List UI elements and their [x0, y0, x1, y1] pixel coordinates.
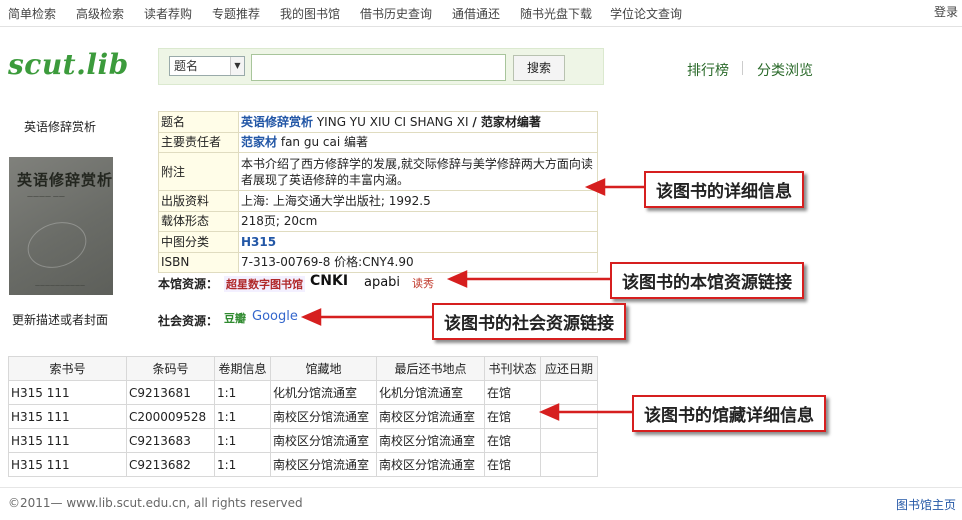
- footer-copyright: ©2011— www.lib.scut.edu.cn, all rights r…: [8, 496, 303, 510]
- annotation-social-resources: 该图书的社会资源链接: [432, 303, 626, 340]
- arrow-detail-head: [584, 178, 606, 196]
- library-home-link[interactable]: 图书馆主页: [896, 496, 956, 513]
- annotation-local-resources: 该图书的本馆资源链接: [610, 262, 804, 299]
- footer-divider: [0, 487, 962, 488]
- annotation-arrows: [300, 178, 644, 421]
- arrow-social-head: [300, 308, 322, 326]
- annotation-detail: 该图书的详细信息: [644, 171, 804, 208]
- arrow-holdings-head: [538, 403, 560, 421]
- annotation-holdings: 该图书的馆藏详细信息: [632, 395, 826, 432]
- arrow-local-head: [446, 270, 468, 288]
